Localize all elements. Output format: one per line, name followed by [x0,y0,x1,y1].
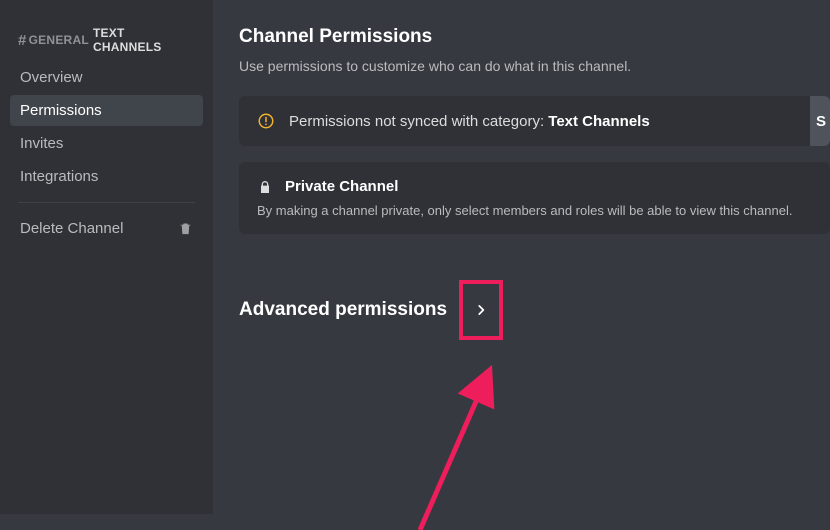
sidebar-item-label: Delete Channel [20,220,123,237]
private-channel-description: By making a channel private, only select… [257,203,812,218]
sidebar-divider [18,202,195,203]
annotation-arrow [380,360,520,514]
sync-notice-card: Permissions not synced with category: Te… [239,96,830,146]
private-channel-title: Private Channel [285,178,398,195]
lock-icon [257,179,273,195]
sync-category: Text Channels [548,113,649,130]
sidebar-item-invites[interactable]: Invites [10,128,203,159]
sidebar-item-label: Permissions [20,102,102,119]
hash-icon: # [18,32,27,49]
trash-icon [178,221,193,236]
sidebar-item-permissions[interactable]: Permissions [10,95,203,126]
page-subtitle: Use permissions to customize who can do … [239,58,830,74]
sidebar-item-overview[interactable]: Overview [10,62,203,93]
settings-sidebar: # GENERAL TEXT CHANNELS Overview Permiss… [0,0,213,514]
sync-prefix: Permissions not synced with category: [289,113,548,130]
chevron-right-icon [474,303,488,317]
category-name: TEXT CHANNELS [93,26,195,54]
sync-now-button[interactable]: S [810,96,830,146]
sidebar-item-delete-channel[interactable]: Delete Channel [10,213,203,244]
private-channel-card: Private Channel By making a channel priv… [239,162,830,234]
sidebar-item-integrations[interactable]: Integrations [10,161,203,192]
channel-name: GENERAL [29,33,89,47]
advanced-permissions-row: Advanced permissions [239,280,830,340]
warning-icon [257,112,275,130]
sidebar-item-label: Invites [20,135,63,152]
sidebar-header: # GENERAL TEXT CHANNELS [10,26,203,62]
page-title: Channel Permissions [239,26,830,48]
sync-notice-text: Permissions not synced with category: Te… [289,113,650,130]
sidebar-item-label: Overview [20,69,83,86]
advanced-permissions-title: Advanced permissions [239,299,447,321]
advanced-permissions-toggle[interactable] [459,280,503,340]
sidebar-item-label: Integrations [20,168,98,185]
content-area: Channel Permissions Use permissions to c… [213,0,830,514]
